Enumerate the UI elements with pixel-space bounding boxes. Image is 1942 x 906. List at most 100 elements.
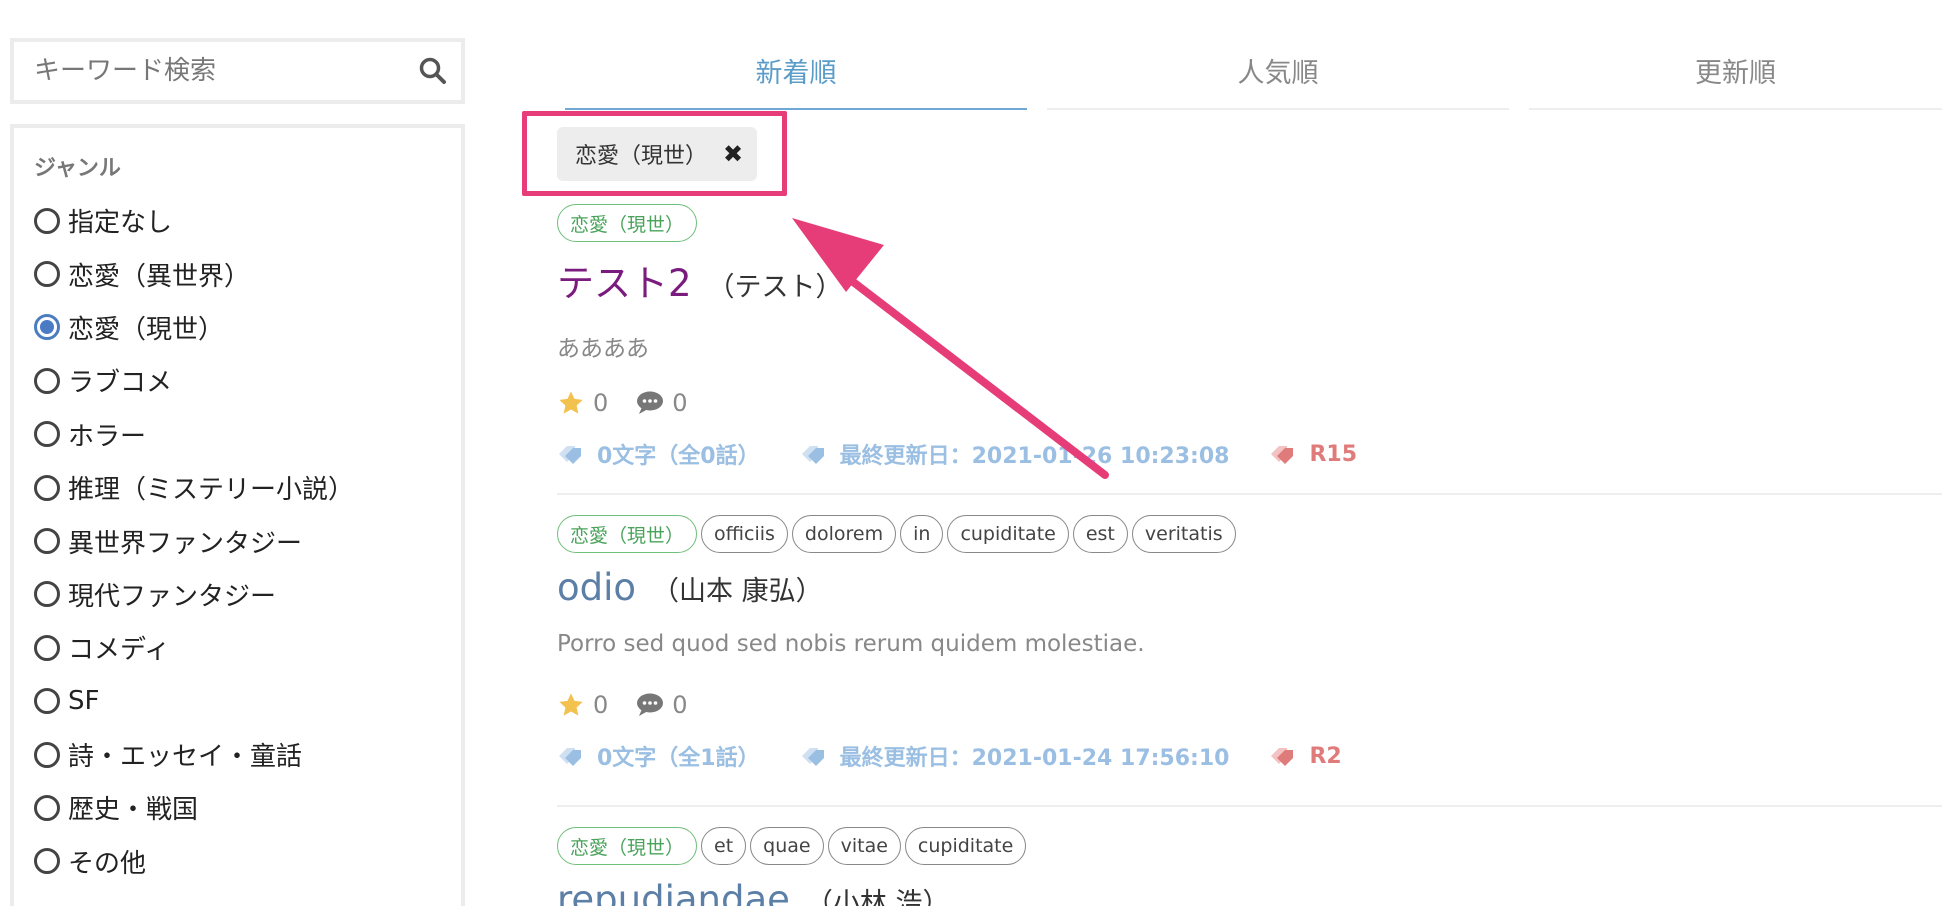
work-title[interactable]: テスト2 <box>557 253 692 307</box>
radio-unchecked-icon[interactable] <box>34 261 60 288</box>
radio-unchecked-icon[interactable] <box>34 634 60 661</box>
keyword-tag[interactable]: veritatis <box>1131 515 1236 553</box>
radio-unchecked-icon[interactable] <box>34 421 60 448</box>
rating-icon <box>1269 442 1299 466</box>
genre-option-label: コメディ <box>68 635 171 666</box>
genre-option[interactable]: コメディ <box>34 621 461 674</box>
tab-newest[interactable]: 新着順 <box>565 32 1027 110</box>
keyword-tag[interactable]: vitae <box>827 827 901 865</box>
genre-option[interactable]: 恋愛（異世界） <box>34 247 461 300</box>
card-divider <box>557 805 1942 807</box>
genre-option[interactable]: 恋愛（現世） <box>34 301 461 354</box>
genre-option-label: 歴史・戦国 <box>68 795 199 826</box>
tab-updated[interactable]: 更新順 <box>1529 32 1942 110</box>
age-rating: R15 <box>1309 441 1358 467</box>
genre-option[interactable]: ホラー <box>34 408 461 461</box>
keyword-tag[interactable]: est <box>1072 515 1128 553</box>
keyword-tag[interactable]: cupiditate <box>947 515 1069 553</box>
keyword-tag[interactable]: officiis <box>701 515 788 553</box>
sort-tabs: 新着順 人気順 更新順 <box>565 32 1942 110</box>
genre-option-label: 指定なし <box>68 208 173 239</box>
last-updated: 最終更新日：2021-01-26 10:23:08 <box>839 444 1230 469</box>
radio-unchecked-icon[interactable] <box>34 528 60 555</box>
genre-tag[interactable]: 恋愛（現世） <box>557 515 698 553</box>
work-author: （テスト） <box>707 272 843 303</box>
word-count: 0文字（全1話） <box>597 746 760 771</box>
genre-option-label: 詩・エッセイ・童話 <box>68 742 303 773</box>
tag-icon <box>800 442 830 466</box>
work-card-2: 恋愛（現世） officiis dolorem in cupiditate es… <box>557 514 1942 773</box>
star-count: 0 <box>593 389 609 417</box>
genre-title: ジャンル <box>34 156 121 181</box>
genre-option[interactable]: その他 <box>34 835 461 888</box>
genre-option-label: その他 <box>68 848 147 879</box>
genre-option[interactable]: SF <box>34 675 461 728</box>
work-description: ああああ <box>557 336 649 362</box>
card-divider <box>557 493 1942 495</box>
tag-icon <box>557 744 587 768</box>
radio-unchecked-icon[interactable] <box>34 741 60 768</box>
radio-unchecked-icon[interactable] <box>34 207 60 234</box>
genre-tag[interactable]: 恋愛（現世） <box>557 827 698 865</box>
genre-tag[interactable]: 恋愛（現世） <box>557 204 698 242</box>
tag-icon <box>800 744 830 768</box>
genre-option[interactable]: ラブコメ <box>34 354 461 407</box>
work-meta: 0文字（全1話） 最終更新日：2021-01-24 17:56:10 R2 <box>557 739 1942 773</box>
comment-icon <box>636 692 664 718</box>
work-card-1: 恋愛（現世） テスト2 （テスト） ああああ 0 0 0文字（全0話） 最終更新… <box>557 203 1942 471</box>
comment-count: 0 <box>672 691 688 719</box>
keyword-tag[interactable]: et <box>701 827 747 865</box>
work-title[interactable]: odio <box>557 566 636 609</box>
highlight-box <box>522 111 787 196</box>
work-description: Porro sed quod sed nobis rerum quidem mo… <box>557 631 1145 657</box>
age-rating: R2 <box>1309 743 1342 769</box>
genre-option-label: 推理（ミステリー小説） <box>68 475 355 506</box>
genre-option[interactable]: 指定なし <box>34 194 461 247</box>
genre-option-label: ラブコメ <box>68 368 173 399</box>
star-icon <box>557 691 585 719</box>
work-card-3: 恋愛（現世） et quae vitae cupiditate repudian… <box>557 826 1942 906</box>
genre-option-label: ホラー <box>68 421 147 452</box>
tab-popular[interactable]: 人気順 <box>1047 32 1509 110</box>
word-count: 0文字（全0話） <box>597 444 760 469</box>
genre-option[interactable]: 歴史・戦国 <box>34 781 461 834</box>
genre-option-label: 恋愛（現世） <box>68 314 225 345</box>
genre-radio-list: 指定なし恋愛（異世界） 恋愛（現世） ラブコメホラー推理（ミステリー小説） 異世界ファ… <box>34 194 461 888</box>
star-count: 0 <box>593 691 609 719</box>
keyword-tag[interactable]: in <box>900 515 944 553</box>
keyword-tag[interactable]: dolorem <box>791 515 897 553</box>
work-author: （山本 康弘） <box>652 576 823 607</box>
keyword-search-input[interactable] <box>14 42 405 100</box>
genre-option[interactable]: 現代ファンタジー <box>34 568 461 621</box>
radio-unchecked-icon[interactable] <box>34 581 60 608</box>
work-title[interactable]: repudiandae <box>557 878 790 906</box>
work-stats: 0 0 <box>557 689 1942 721</box>
comment-icon <box>636 390 664 416</box>
work-meta: 0文字（全0話） 最終更新日：2021-01-26 10:23:08 R15 <box>557 437 1942 471</box>
tag-list: 恋愛（現世） <box>557 203 1942 243</box>
radio-unchecked-icon[interactable] <box>34 688 60 715</box>
keyword-tag[interactable]: cupiditate <box>904 827 1027 865</box>
tag-list: 恋愛（現世） officiis dolorem in cupiditate es… <box>557 514 1942 554</box>
genre-option-label: SF <box>68 686 100 717</box>
tag-icon <box>557 442 587 466</box>
rating-icon <box>1269 744 1299 768</box>
genre-option[interactable]: 推理（ミステリー小説） <box>34 461 461 514</box>
radio-unchecked-icon[interactable] <box>34 367 60 394</box>
search-box <box>10 38 465 104</box>
work-author: （小林 浩） <box>805 888 950 906</box>
radio-checked-icon[interactable] <box>34 314 60 341</box>
radio-unchecked-icon[interactable] <box>34 848 60 875</box>
keyword-tag[interactable]: quae <box>750 827 824 865</box>
radio-unchecked-icon[interactable] <box>34 474 60 501</box>
genre-option-label: 現代ファンタジー <box>68 581 277 612</box>
genre-option[interactable]: 詩・エッセイ・童話 <box>34 728 461 781</box>
genre-filter-panel: ジャンル 指定なし恋愛（異世界） 恋愛（現世） ラブコメホラー推理（ミステリー小説）… <box>10 124 465 906</box>
genre-option-label: 異世界ファンタジー <box>68 528 303 559</box>
tag-list: 恋愛（現世） et quae vitae cupiditate <box>557 826 1942 866</box>
genre-option-label: 恋愛（異世界） <box>68 261 251 292</box>
comment-count: 0 <box>672 389 688 417</box>
search-icon[interactable] <box>405 43 461 99</box>
genre-option[interactable]: 異世界ファンタジー <box>34 514 461 567</box>
radio-unchecked-icon[interactable] <box>34 794 60 821</box>
